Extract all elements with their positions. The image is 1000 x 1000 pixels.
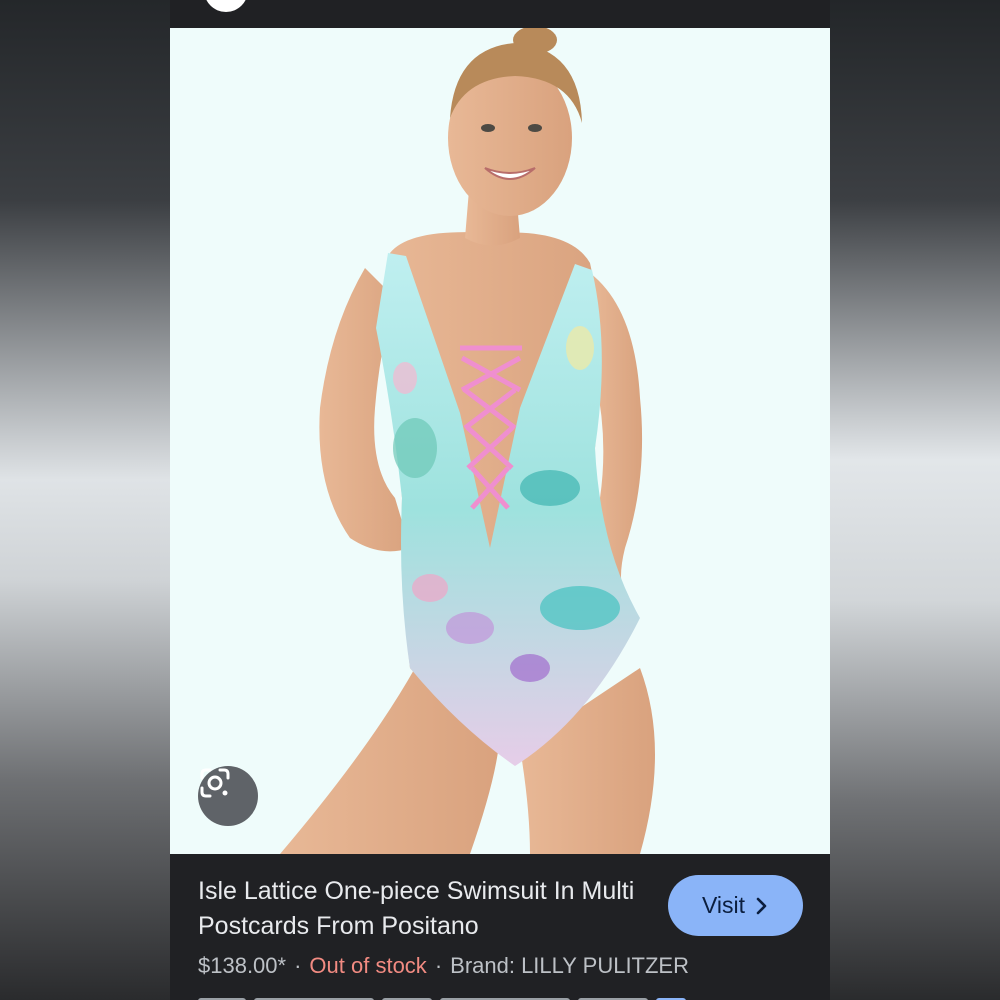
visit-label: Visit xyxy=(701,892,746,918)
account-avatar[interactable] xyxy=(204,0,248,12)
separator-dot: · xyxy=(294,953,302,978)
truncated-text-line xyxy=(198,992,758,1000)
product-image[interactable] xyxy=(170,28,830,854)
swimsuit-model-illustration xyxy=(280,28,655,854)
lens-search-button[interactable] xyxy=(198,766,258,826)
separator-dot: · xyxy=(434,953,443,978)
phone-screen: Isle Lattice One-piece Swimsuit In Multi… xyxy=(170,0,830,1000)
stock-status: Out of stock xyxy=(309,953,427,978)
blurred-background-left xyxy=(0,0,170,1000)
blurred-background-right xyxy=(830,0,1000,1000)
price: $138.00* xyxy=(198,953,287,978)
chevron-right-icon xyxy=(756,897,767,914)
result-info-panel: Isle Lattice One-piece Swimsuit In Multi… xyxy=(170,854,830,1000)
product-meta: $138.00* · Out of stock · Brand: LILLY PULIT… xyxy=(198,953,689,979)
product-title[interactable]: Isle Lattice One-piece Swimsuit In Multi… xyxy=(198,874,648,944)
top-bar xyxy=(170,0,830,28)
brand: Brand: LILLY PULITZER xyxy=(450,953,689,978)
visit-button[interactable]: Visit xyxy=(668,875,803,936)
google-lens-icon xyxy=(200,768,230,798)
